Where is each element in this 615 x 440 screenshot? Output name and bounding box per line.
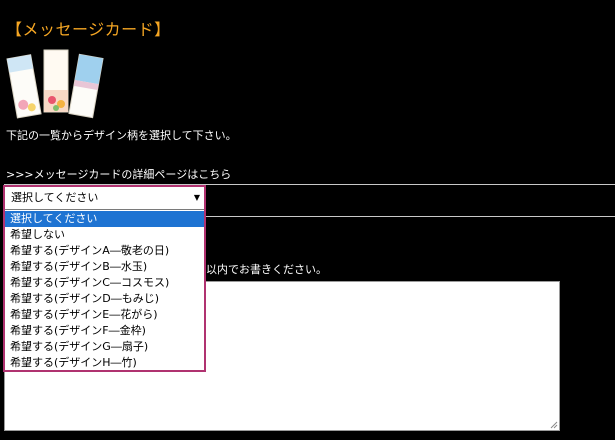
message-textarea-label: 以内でお書きください。 xyxy=(206,263,327,276)
design-options-list: 選択してください 希望しない 希望する(デザインA―敬老の日) 希望する(デザイ… xyxy=(5,211,204,371)
select-option[interactable]: 希望しない xyxy=(5,227,204,243)
select-option[interactable]: 希望する(デザインG―扇子) xyxy=(5,339,204,355)
message-card-samples-icon xyxy=(6,46,106,120)
dropdown-arrow-icon: ▼ xyxy=(193,193,200,202)
instruction-text: 下記の一覧からデザイン柄を選択して下さい。 xyxy=(6,129,237,142)
page-title: 【メッセージカード】 xyxy=(6,20,171,39)
select-option[interactable]: 選択してください xyxy=(5,211,204,227)
select-option[interactable]: 希望する(デザインC―コスモス) xyxy=(5,275,204,291)
design-select[interactable]: 選択してください ▼ xyxy=(5,187,204,210)
design-select-value: 選択してください xyxy=(11,191,99,204)
select-option[interactable]: 希望する(デザインB―水玉) xyxy=(5,259,204,275)
select-option[interactable]: 希望する(デザインD―もみじ) xyxy=(5,291,204,307)
select-option[interactable]: 希望する(デザインF―金枠) xyxy=(5,323,204,339)
select-option[interactable]: 希望する(デザインH―竹) xyxy=(5,355,204,371)
select-option[interactable]: 希望する(デザインE―花がら) xyxy=(5,307,204,323)
design-select-dropdown[interactable]: 選択してください ▼ 選択してください 希望しない 希望する(デザインA―敬老の… xyxy=(3,185,206,372)
message-card-detail-link[interactable]: >>>メッセージカードの詳細ページはこちら xyxy=(6,166,231,182)
select-option[interactable]: 希望する(デザインA―敬老の日) xyxy=(5,243,204,259)
resize-grip-icon[interactable] xyxy=(550,421,558,429)
